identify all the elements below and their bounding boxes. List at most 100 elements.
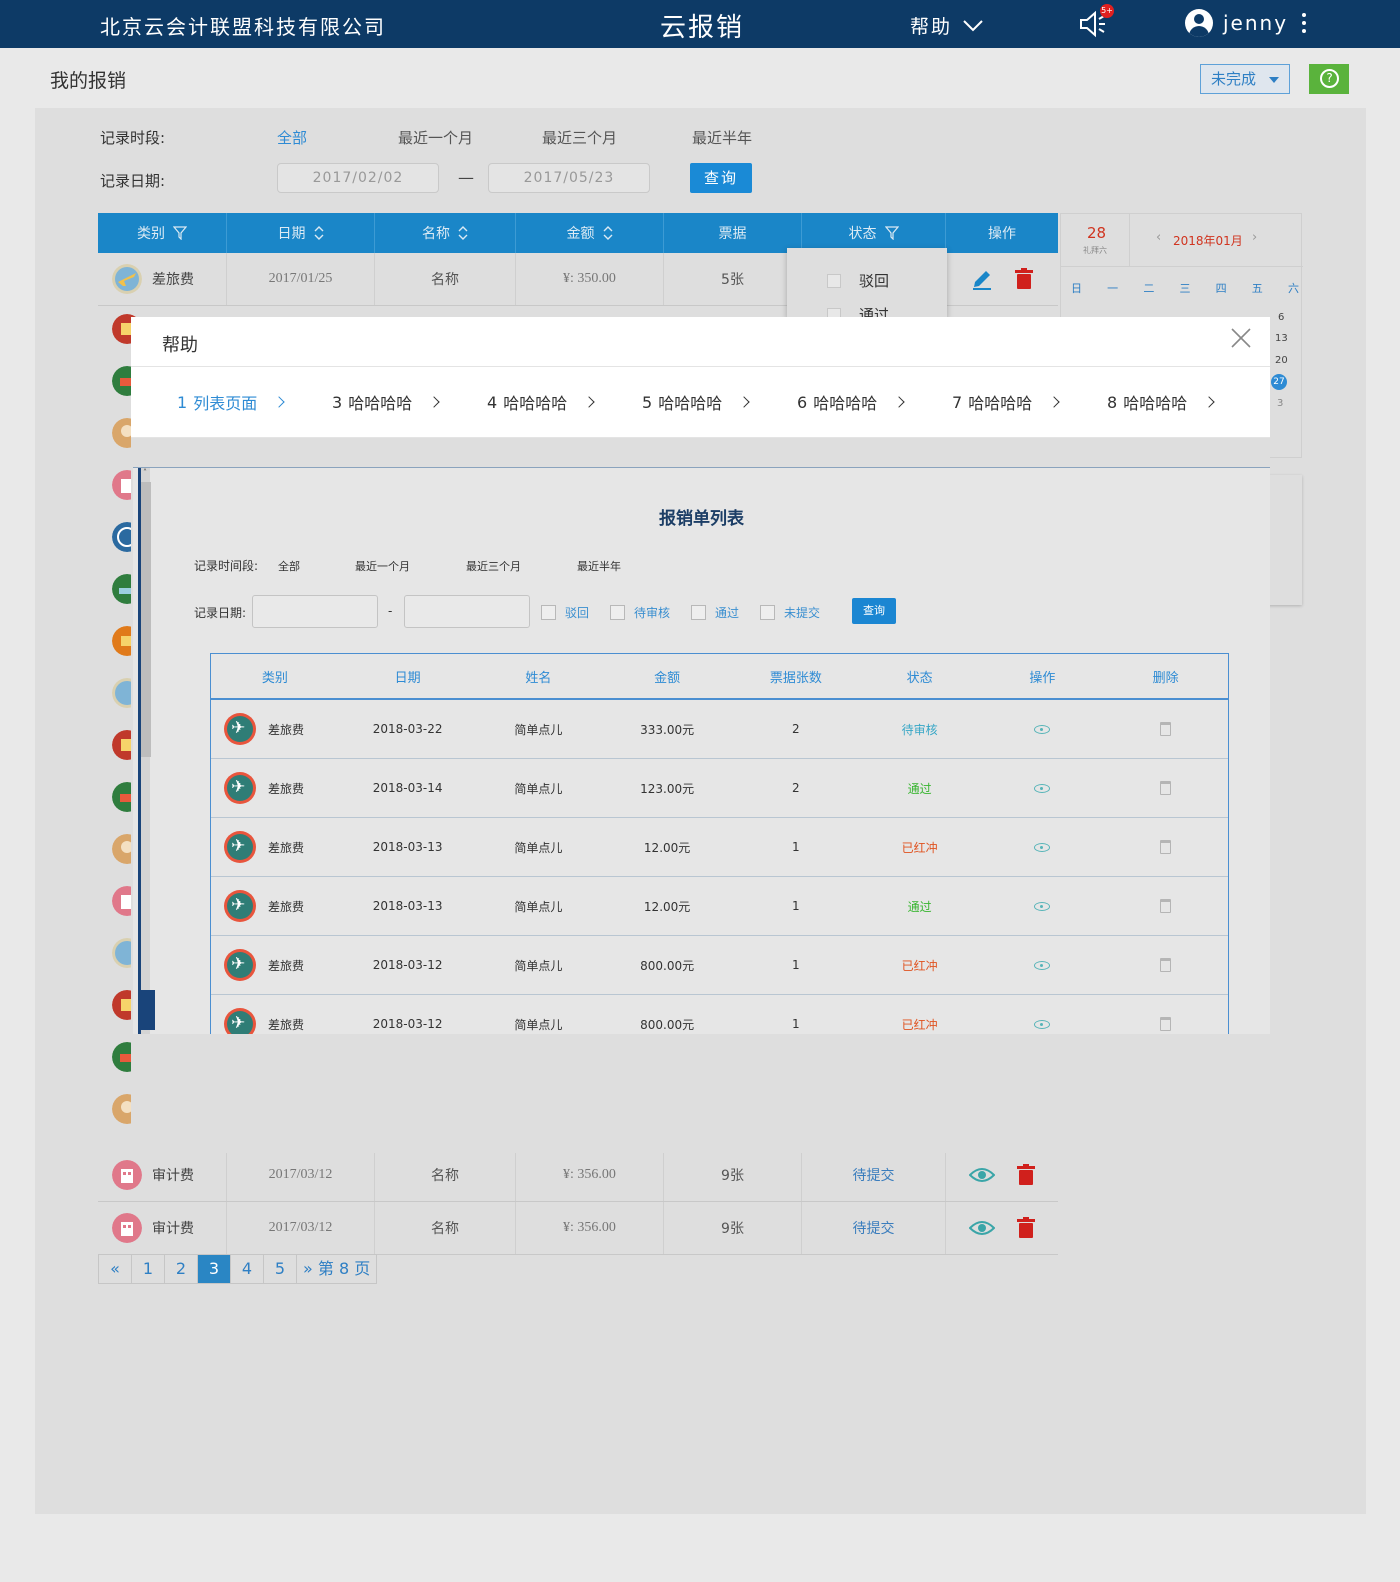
query-button[interactable]: 查询: [690, 163, 752, 193]
calendar-date[interactable]: 20: [1275, 355, 1288, 366]
scrollbar[interactable]: ˄: [138, 468, 155, 1034]
screenshot-checkbox-pass[interactable]: 通过: [691, 604, 739, 621]
expense-table-lower: 审计费 2017/03/12 名称 ¥: 356.00 9张 待提交 审计费 2…: [98, 1149, 1058, 1255]
screenshot-date-to-input[interactable]: [404, 595, 530, 628]
date-from-input[interactable]: 2017/02/02: [277, 163, 439, 193]
column-date[interactable]: 日期: [227, 213, 375, 253]
checkbox[interactable]: [541, 605, 556, 620]
column-status[interactable]: 状态: [802, 213, 946, 253]
more-vertical-icon[interactable]: [1302, 13, 1307, 33]
close-icon[interactable]: [1228, 325, 1254, 351]
checkbox[interactable]: [610, 605, 625, 620]
chevron-right-icon: [738, 396, 750, 408]
column-amount[interactable]: 金额: [516, 213, 664, 253]
sort-icon[interactable]: [458, 225, 468, 241]
calendar-next-icon[interactable]: ›: [1252, 230, 1257, 245]
trash-icon[interactable]: [1160, 840, 1172, 854]
period-3-months[interactable]: 最近三个月: [542, 127, 617, 148]
checkbox[interactable]: [760, 605, 775, 620]
user-menu[interactable]: jenny: [1185, 9, 1307, 37]
step-label: 列表页面: [193, 394, 258, 413]
delete-icon[interactable]: [1017, 1164, 1035, 1186]
page-3-button[interactable]: 3: [198, 1255, 231, 1283]
page-1-button[interactable]: 1: [132, 1255, 165, 1283]
status-option-reject[interactable]: 驳回: [827, 270, 889, 291]
view-icon[interactable]: [1034, 783, 1051, 793]
trash-icon[interactable]: [1160, 899, 1172, 913]
row-name: 简单点儿: [514, 781, 563, 796]
screenshot-period-1-month[interactable]: 最近一个月: [355, 558, 410, 574]
view-icon[interactable]: [1034, 1019, 1051, 1029]
edit-icon[interactable]: [971, 268, 993, 290]
delete-icon[interactable]: [1017, 1217, 1035, 1239]
period-all[interactable]: 全部: [277, 127, 307, 148]
step-label: 哈哈哈哈: [968, 394, 1033, 413]
trash-icon[interactable]: [1160, 722, 1172, 736]
help-button[interactable]: ?: [1309, 64, 1349, 94]
calendar-date[interactable]: 3: [1277, 398, 1283, 409]
scroll-up-icon[interactable]: ˄: [143, 468, 147, 477]
last-page-button[interactable]: » 第 8 页: [297, 1255, 376, 1283]
sort-icon[interactable]: [603, 225, 613, 241]
period-half-year[interactable]: 最近半年: [692, 127, 752, 148]
screenshot-period-all[interactable]: 全部: [278, 558, 300, 574]
row-count: 2: [792, 722, 800, 736]
step-8[interactable]: 8 哈哈哈哈: [1107, 390, 1262, 414]
trash-icon[interactable]: [1160, 958, 1172, 972]
status-filter-dropdown[interactable]: 未完成: [1200, 64, 1290, 94]
trash-icon[interactable]: [1160, 1017, 1172, 1031]
view-icon[interactable]: [1034, 901, 1051, 911]
trash-icon[interactable]: [1160, 781, 1172, 795]
row-count: 2: [792, 781, 800, 795]
row-count: 1: [792, 899, 800, 913]
screenshot-date-from-input[interactable]: [252, 595, 378, 628]
screenshot-period-half-year[interactable]: 最近半年: [577, 558, 621, 574]
row-amount: 12.00元: [643, 840, 691, 855]
checkbox[interactable]: [827, 273, 841, 288]
screenshot-checkbox-unsubmitted[interactable]: 未提交: [760, 604, 820, 621]
delete-icon[interactable]: [1015, 268, 1033, 290]
calendar-weekday: 礼拜六: [1083, 246, 1107, 255]
page-2-button[interactable]: 2: [165, 1255, 198, 1283]
checkbox-label: 未提交: [784, 606, 821, 620]
calendar-prev-icon[interactable]: ‹: [1156, 230, 1161, 245]
weekday-fri: 五: [1251, 282, 1263, 295]
filter-icon[interactable]: [173, 226, 187, 240]
column-category[interactable]: 类别: [98, 213, 227, 253]
view-icon[interactable]: [969, 1167, 995, 1183]
column-actions-label: 操作: [988, 226, 1016, 242]
view-icon[interactable]: [1034, 724, 1051, 734]
step-4[interactable]: 4 哈哈哈哈: [487, 390, 642, 414]
screenshot-query-button[interactable]: 查询: [852, 598, 896, 624]
column-name[interactable]: 名称: [375, 213, 516, 253]
date-to-input[interactable]: 2017/05/23: [488, 163, 650, 193]
notification-button[interactable]: 5+: [1078, 4, 1114, 40]
filter-icon[interactable]: [884, 226, 899, 240]
calendar-date-today[interactable]: 27: [1271, 374, 1287, 390]
step-1[interactable]: 1 列表页面: [177, 390, 332, 414]
calendar-date[interactable]: 6: [1278, 312, 1284, 323]
help-menu[interactable]: 帮助: [910, 12, 984, 39]
period-1-month[interactable]: 最近一个月: [398, 127, 473, 148]
page-5-button[interactable]: 5: [264, 1255, 297, 1283]
view-icon[interactable]: [1034, 960, 1051, 970]
screenshot-checkbox-reject[interactable]: 驳回: [541, 604, 589, 621]
step-3[interactable]: 3 哈哈哈哈: [332, 390, 487, 414]
step-5[interactable]: 5 哈哈哈哈: [642, 390, 797, 414]
calendar-date[interactable]: 13: [1275, 333, 1288, 344]
view-icon[interactable]: [969, 1220, 995, 1236]
screenshot-period-label: 记录时间段:: [194, 559, 259, 573]
screenshot-period-3-months[interactable]: 最近三个月: [466, 558, 521, 574]
page-4-button[interactable]: 4: [231, 1255, 264, 1283]
row-date: 2018-03-12: [372, 958, 443, 972]
step-6[interactable]: 6 哈哈哈哈: [797, 390, 952, 414]
checkbox[interactable]: [691, 605, 706, 620]
row-amount: ¥: 356.00: [516, 1149, 664, 1201]
screenshot-checkbox-pending[interactable]: 待审核: [610, 604, 670, 621]
app-title: 云报销: [660, 13, 745, 43]
first-page-button[interactable]: «: [99, 1255, 132, 1283]
step-7[interactable]: 7 哈哈哈哈: [952, 390, 1107, 414]
view-icon[interactable]: [1034, 842, 1051, 852]
sort-icon[interactable]: [314, 225, 324, 241]
column-status-label: 状态: [848, 226, 877, 242]
